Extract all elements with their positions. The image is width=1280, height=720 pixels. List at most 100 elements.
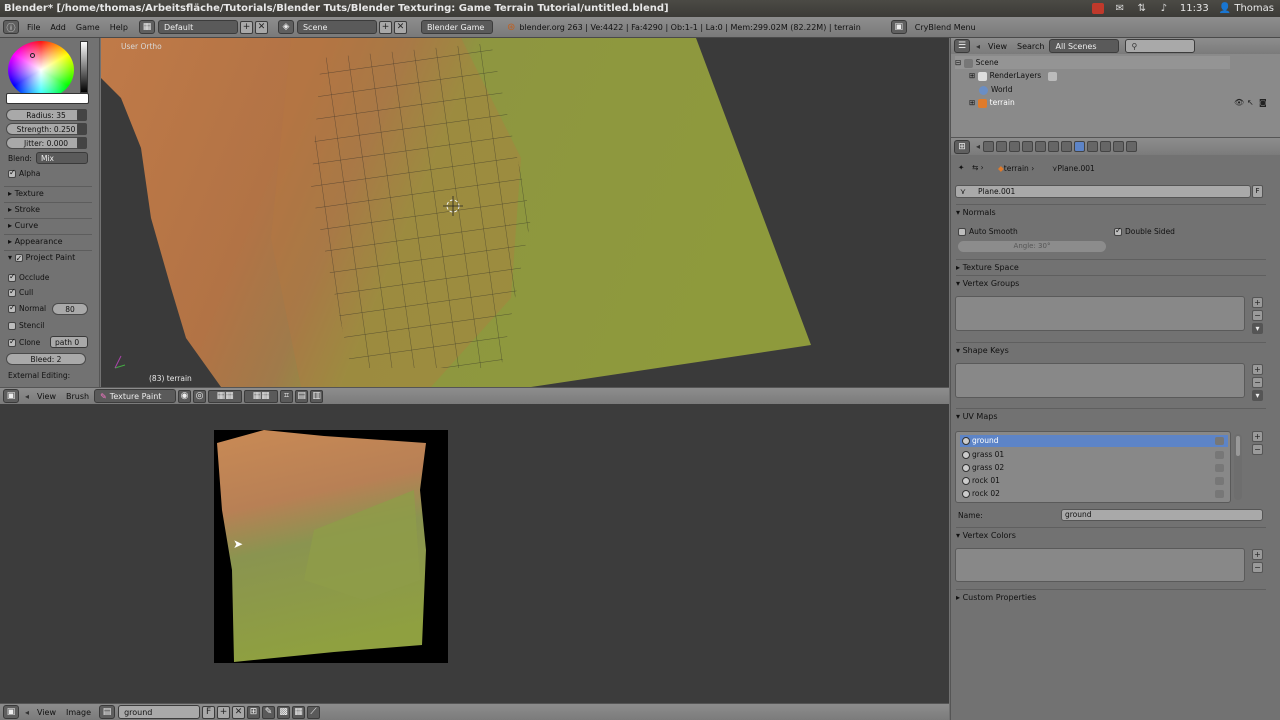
image-browse-icon[interactable]: ▤	[99, 705, 116, 719]
shape-key-menu-button[interactable]: ▾	[1252, 390, 1263, 401]
modifiers-tab-icon[interactable]	[1048, 141, 1060, 152]
pin-uv-icon[interactable]: ▦	[292, 705, 306, 719]
paint-mode-icon[interactable]: ✎	[262, 705, 276, 719]
clock[interactable]: 11:33	[1180, 3, 1209, 14]
panel-vertex-colors[interactable]: ▾ Vertex Colors	[956, 527, 1266, 542]
outliner-search-input[interactable]: ⚲	[1125, 39, 1196, 53]
tree-item-terrain[interactable]: ⊞ terrain	[969, 96, 1015, 109]
new-image-button[interactable]: +	[217, 705, 231, 719]
uv-render-active-icon[interactable]	[1215, 437, 1224, 445]
double-sided-checkbox[interactable]: Double Sided	[1114, 226, 1175, 236]
screen-layout-icon[interactable]: ▦	[138, 20, 155, 34]
auto-smooth-checkbox[interactable]: Auto Smooth	[958, 227, 1018, 236]
properties-collapse-icon[interactable]: ◂	[973, 142, 983, 151]
display-mode-dropdown[interactable]: All Scenes	[1049, 39, 1120, 53]
uv-image-editor[interactable]	[0, 404, 949, 703]
panel-normals[interactable]: ▾ Normals	[956, 204, 1266, 219]
radius-slider[interactable]: Radius: 35	[6, 109, 86, 121]
menu-view-image[interactable]: View	[32, 708, 61, 717]
uv-render-active-icon[interactable]	[1215, 451, 1224, 459]
panel-uv-maps[interactable]: ▾ UV Maps	[956, 408, 1266, 423]
display-channels-icon[interactable]: ▩	[277, 705, 291, 719]
menu-game[interactable]: Game	[71, 23, 105, 32]
network-icon[interactable]: ⇅	[1136, 3, 1148, 14]
uv-map-item[interactable]: ground	[960, 435, 1228, 447]
uv-map-item[interactable]: grass 01	[960, 449, 1228, 461]
camera-render-icon[interactable]: ▥	[310, 389, 324, 403]
brush-color-swatch[interactable]	[6, 93, 89, 104]
render-preview-icon[interactable]: ▤	[295, 389, 309, 403]
color-picker-cursor[interactable]	[30, 53, 35, 58]
vertex-groups-list[interactable]	[955, 296, 1245, 331]
pin-icon[interactable]: ✦	[958, 163, 964, 172]
stencil-checkbox[interactable]: Stencil	[8, 321, 44, 330]
mesh-fake-user-button[interactable]: F	[1252, 185, 1263, 198]
outliner-editor-icon[interactable]: ☰	[954, 39, 970, 53]
remove-layout-button[interactable]: ✕	[254, 20, 268, 34]
menu-add[interactable]: Add	[45, 23, 71, 32]
outliner-menu-view[interactable]: View	[983, 42, 1012, 51]
add-scene-button[interactable]: +	[378, 20, 392, 34]
object-data-tab-icon[interactable]	[1061, 141, 1073, 152]
shape-keys-list[interactable]	[955, 363, 1245, 398]
clone-checkbox[interactable]: Clone	[8, 337, 40, 347]
panel-shape-keys[interactable]: ▾ Shape Keys	[956, 342, 1266, 357]
panel-project-paint[interactable]: ▾ Project Paint	[4, 250, 92, 266]
3d-viewport[interactable]	[101, 38, 949, 387]
tree-item-scene[interactable]: ⊟ Scene	[955, 56, 1230, 69]
mesh-data-tab-icon[interactable]	[1074, 141, 1086, 152]
render-tab-icon[interactable]	[983, 141, 995, 152]
image-editor-type-icon[interactable]: ▣	[3, 705, 19, 719]
pin-image-icon[interactable]: ⊞	[247, 705, 261, 719]
material-tab-icon[interactable]	[1087, 141, 1099, 152]
strength-slider[interactable]: Strength: 0.250	[6, 123, 86, 135]
terrain-mesh[interactable]	[101, 38, 949, 387]
panel-custom-properties[interactable]: ▸ Custom Properties	[956, 589, 1266, 604]
unlink-image-button[interactable]: ✕	[232, 705, 246, 719]
jitter-pressure-toggle[interactable]	[77, 137, 87, 149]
uv-render-active-icon[interactable]	[1215, 477, 1224, 485]
snap-icon[interactable]: ⌗	[280, 389, 294, 403]
bleed-slider[interactable]: Bleed: 2	[6, 353, 86, 365]
particles-tab-icon[interactable]	[1113, 141, 1125, 152]
add-shape-key-button[interactable]: +	[1252, 364, 1263, 375]
menu-image[interactable]: Image	[61, 708, 96, 717]
normal-checkbox[interactable]: Normal	[8, 303, 46, 313]
cull-checkbox[interactable]: Cull	[8, 287, 33, 297]
volume-icon[interactable]: ♪	[1158, 3, 1170, 14]
render-engine-dropdown[interactable]: Blender Game	[420, 20, 493, 34]
add-layout-button[interactable]: +	[239, 20, 253, 34]
mode-dropdown[interactable]: ✎ Texture Paint	[94, 389, 177, 403]
texture-image[interactable]	[214, 430, 448, 663]
brush-icon[interactable]: ⟋	[307, 705, 321, 719]
image-name-field[interactable]: ground	[118, 705, 201, 719]
fake-user-button[interactable]: F	[202, 705, 216, 719]
mesh-name-field[interactable]: ⋎ Plane.001	[955, 185, 1251, 198]
vertex-colors-list[interactable]	[955, 548, 1245, 582]
panel-texture-space[interactable]: ▸ Texture Space	[956, 259, 1266, 274]
alpha-checkbox[interactable]: Alpha	[8, 168, 40, 178]
pivot-dropdown[interactable]: ◎	[193, 389, 207, 403]
scene-selector[interactable]: Scene	[296, 20, 377, 34]
color-wheel[interactable]	[8, 41, 74, 99]
uv-name-input[interactable]: ground	[1061, 509, 1263, 521]
texture-tab-icon[interactable]	[1100, 141, 1112, 152]
menu-file[interactable]: File	[22, 23, 45, 32]
strength-pressure-toggle[interactable]	[77, 123, 87, 135]
shading-dropdown[interactable]: ◉	[178, 389, 192, 403]
select-arrow-icon[interactable]: ↖	[1247, 98, 1254, 107]
image-header-collapse-icon[interactable]: ◂	[22, 708, 32, 717]
render-camera-icon[interactable]: ◙	[1259, 98, 1267, 107]
layout-selector[interactable]: Default	[157, 20, 238, 34]
uv-list-scroll-thumb[interactable]	[1236, 436, 1240, 456]
info-editor-icon[interactable]: ⓘ	[3, 20, 19, 34]
panel-appearance[interactable]: ▸ Appearance	[4, 234, 92, 248]
uv-render-active-icon[interactable]	[1215, 490, 1224, 498]
constraints-tab-icon[interactable]	[1035, 141, 1047, 152]
outliner-menu-search[interactable]: Search	[1012, 42, 1049, 51]
menu-view[interactable]: View	[32, 392, 61, 401]
blend-dropdown[interactable]: Mix	[36, 152, 88, 164]
visibility-eye-icon[interactable]: 👁	[1234, 98, 1244, 107]
uv-render-active-icon[interactable]	[1215, 464, 1224, 472]
physics-tab-icon[interactable]	[1126, 141, 1138, 152]
